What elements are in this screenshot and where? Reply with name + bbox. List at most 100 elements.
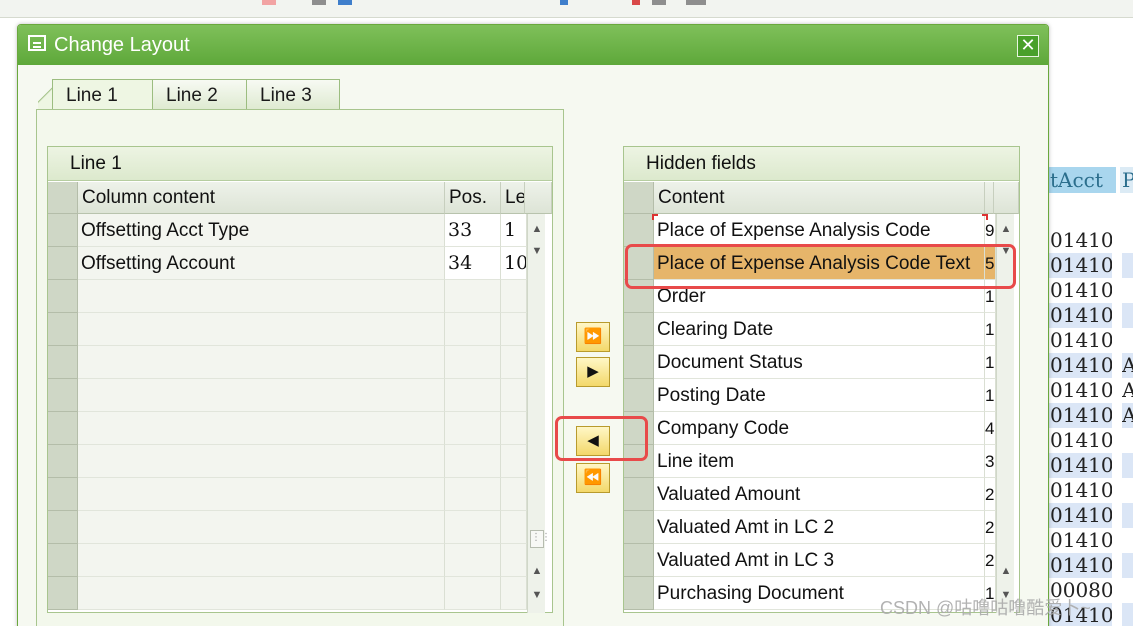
background-list-row[interactable]: 01410 xyxy=(1048,478,1133,503)
tab-line-3[interactable]: Line 3 xyxy=(246,79,340,111)
row-selector[interactable] xyxy=(48,412,78,445)
column-header-content[interactable]: Column content xyxy=(78,182,445,214)
empty-cell[interactable] xyxy=(78,511,445,544)
background-list-row[interactable]: 01410 xyxy=(1048,503,1133,528)
empty-cell[interactable] xyxy=(78,313,445,346)
empty-cell[interactable] xyxy=(445,577,501,610)
empty-cell[interactable] xyxy=(78,412,445,445)
row-selector[interactable] xyxy=(624,544,654,577)
cell-content[interactable]: Offsetting Account xyxy=(78,247,445,280)
scroll-up-icon[interactable]: ▲ xyxy=(997,220,1015,238)
empty-cell[interactable] xyxy=(445,313,501,346)
hidden-field-item[interactable]: Posting Date xyxy=(654,379,985,412)
empty-cell[interactable] xyxy=(445,379,501,412)
select-all-cell[interactable] xyxy=(624,182,654,214)
add-field-button[interactable]: ▶ xyxy=(576,357,610,387)
row-selector[interactable] xyxy=(624,511,654,544)
scroll-up-icon[interactable]: ▲ xyxy=(997,562,1015,580)
row-selector[interactable] xyxy=(48,280,78,313)
row-selector[interactable] xyxy=(48,346,78,379)
row-selector[interactable] xyxy=(48,544,78,577)
row-selector[interactable] xyxy=(624,346,654,379)
empty-cell[interactable] xyxy=(445,412,501,445)
row-selector[interactable] xyxy=(48,214,78,247)
background-list-row[interactable]: 01410 xyxy=(1048,553,1133,578)
close-icon[interactable]: ✕ xyxy=(1017,35,1039,57)
background-list-row[interactable]: 01410 xyxy=(1048,253,1133,278)
column-settings-header[interactable] xyxy=(994,182,1019,214)
empty-cell[interactable] xyxy=(78,478,445,511)
column-header-content[interactable]: Content xyxy=(654,182,985,214)
empty-cell[interactable] xyxy=(78,280,445,313)
add-all-button[interactable]: ⏩ xyxy=(576,322,610,352)
scroll-down-icon[interactable]: ▼ xyxy=(528,586,546,604)
scroll-up-icon[interactable]: ▲ xyxy=(528,220,546,238)
empty-cell[interactable] xyxy=(501,544,527,577)
empty-cell[interactable] xyxy=(78,544,445,577)
empty-cell[interactable] xyxy=(78,577,445,610)
row-selector[interactable] xyxy=(624,577,654,610)
background-list-row[interactable]: 01410 xyxy=(1048,303,1133,328)
scroll-grip-icon[interactable]: ⋮⋮ xyxy=(530,530,551,548)
row-selector[interactable] xyxy=(48,577,78,610)
background-list-row[interactable]: 01410 xyxy=(1048,278,1133,303)
hidden-field-item[interactable]: Place of Expense Analysis Code xyxy=(654,214,985,247)
empty-cell[interactable] xyxy=(445,544,501,577)
hidden-field-item[interactable]: Company Code xyxy=(654,412,985,445)
select-all-cell[interactable] xyxy=(48,182,78,214)
cell-pos[interactable]: 33 xyxy=(445,214,501,247)
empty-cell[interactable] xyxy=(78,379,445,412)
row-selector[interactable] xyxy=(48,247,78,280)
background-list-row[interactable]: 01410 xyxy=(1048,328,1133,353)
hidden-field-item[interactable]: Valuated Amt in LC 2 xyxy=(654,511,985,544)
background-list-row[interactable]: 01410 A xyxy=(1048,403,1133,428)
background-list-row[interactable]: 01410 xyxy=(1048,428,1133,453)
row-selector[interactable] xyxy=(48,478,78,511)
background-list-row[interactable]: 01410 A xyxy=(1048,378,1133,403)
row-selector[interactable] xyxy=(48,313,78,346)
empty-cell[interactable] xyxy=(501,445,527,478)
empty-cell[interactable] xyxy=(501,379,527,412)
background-list-row[interactable]: 01410 xyxy=(1048,528,1133,553)
remove-all-button[interactable]: ⏪ xyxy=(576,463,610,493)
row-selector[interactable] xyxy=(48,511,78,544)
background-list-row[interactable]: 01410 A xyxy=(1048,353,1133,378)
cell-len[interactable]: 10 xyxy=(501,247,527,280)
empty-cell[interactable] xyxy=(445,346,501,379)
cell-pos[interactable]: 34 xyxy=(445,247,501,280)
scroll-down-icon[interactable]: ▼ xyxy=(528,242,546,260)
empty-cell[interactable] xyxy=(501,346,527,379)
hidden-field-item[interactable]: Line item xyxy=(654,445,985,478)
row-selector[interactable] xyxy=(48,379,78,412)
column-header-length[interactable] xyxy=(985,182,994,214)
row-selector[interactable] xyxy=(48,445,78,478)
empty-cell[interactable] xyxy=(501,313,527,346)
scroll-up-icon[interactable]: ▲ xyxy=(528,562,546,580)
tab-line-2[interactable]: Line 2 xyxy=(152,79,247,111)
row-selector[interactable] xyxy=(624,313,654,346)
empty-cell[interactable] xyxy=(78,346,445,379)
hidden-field-item[interactable]: Valuated Amount xyxy=(654,478,985,511)
cell-len[interactable]: 1 xyxy=(501,214,527,247)
column-header-pos[interactable]: Pos. xyxy=(445,182,501,214)
cell-content[interactable]: Offsetting Acct Type xyxy=(78,214,445,247)
hidden-field-item[interactable]: Clearing Date xyxy=(654,313,985,346)
empty-cell[interactable] xyxy=(501,511,527,544)
column-settings-header[interactable] xyxy=(525,182,552,214)
background-header-cell[interactable]: P xyxy=(1120,167,1133,193)
empty-cell[interactable] xyxy=(501,478,527,511)
empty-cell[interactable] xyxy=(445,445,501,478)
background-header-cell[interactable]: tAcct xyxy=(1048,167,1116,193)
empty-cell[interactable] xyxy=(445,511,501,544)
empty-cell[interactable] xyxy=(501,412,527,445)
left-vertical-scrollbar[interactable]: ▲ ▼ ⋮⋮ ▲ ▼ xyxy=(527,214,551,613)
column-header-len[interactable]: Le xyxy=(501,182,525,214)
empty-cell[interactable] xyxy=(78,445,445,478)
hidden-field-item[interactable]: Document Status xyxy=(654,346,985,379)
empty-cell[interactable] xyxy=(445,280,501,313)
background-list-row[interactable]: 01410 xyxy=(1048,228,1133,253)
hidden-field-item[interactable]: Valuated Amt in LC 3 xyxy=(654,544,985,577)
row-selector[interactable] xyxy=(624,214,654,247)
empty-cell[interactable] xyxy=(501,280,527,313)
row-selector[interactable] xyxy=(624,379,654,412)
